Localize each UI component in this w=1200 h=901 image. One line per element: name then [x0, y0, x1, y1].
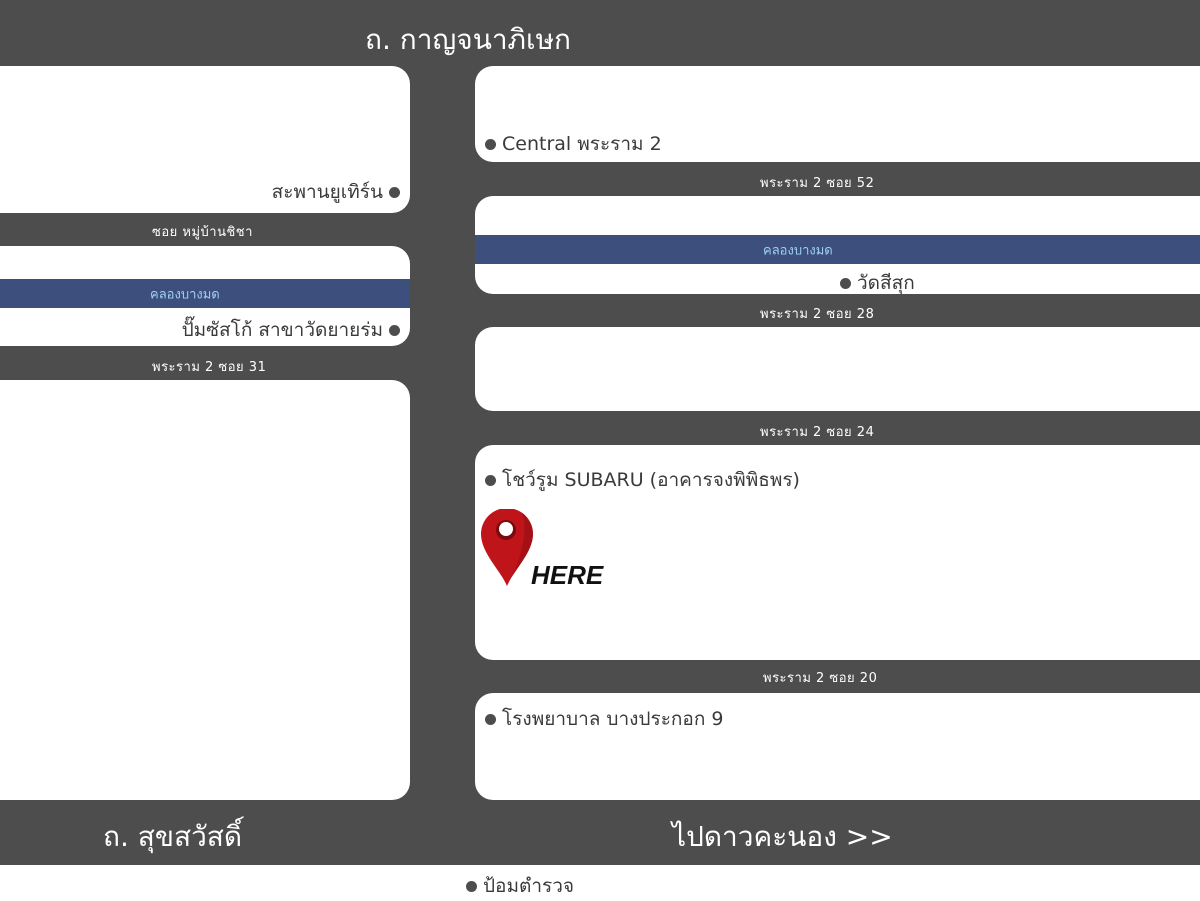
road-bottom-right-label: ไปดาวคะนอง >>	[672, 820, 893, 853]
canal-left-label: คลองบางมด	[150, 287, 220, 302]
soi-24-label: พระราม 2 ซอย 24	[760, 425, 875, 440]
location-dot-icon	[389, 324, 400, 336]
road-bottom-left-label: ถ. สุขสวัสดิ์	[103, 820, 243, 853]
poi-saphan-label: สะพานยูเทิร์น	[271, 181, 383, 203]
poi-central: Central พระราม 2	[485, 129, 662, 159]
map: คลองบางมด คลองบางมด ถ. กาญจนาภิเษก ถ. สุ…	[0, 0, 1200, 901]
poi-showroom-label: โชว์รูม SUBARU (อาคารจงพิพิธพร)	[502, 469, 800, 491]
poi-hospital-label: โรงพยาบาล บางประกอก 9	[502, 708, 724, 730]
poi-wat-sisuk: วัดสีสุก	[840, 268, 915, 298]
poi-pump-label: ปั๊มซัสโก้ สาขาวัดยายร่ม	[181, 319, 383, 341]
poi-wat-sisuk-label: วัดสีสุก	[857, 272, 915, 294]
poi-showroom: โชว์รูม SUBARU (อาคารจงพิพิธพร)	[485, 465, 800, 495]
bottom-area	[0, 865, 1200, 901]
location-dot-icon	[485, 138, 496, 150]
poi-central-label: Central พระราม 2	[502, 133, 662, 155]
soi-mubansicha-label: ซอย หมู่บ้านชิชา	[152, 225, 253, 240]
location-dot-icon	[389, 186, 400, 198]
location-dot-icon	[485, 474, 496, 486]
poi-police-label: ป้อมตำรวจ	[483, 875, 575, 897]
canal-left: คลองบางมด	[0, 279, 410, 308]
here-label: HERE	[531, 560, 604, 590]
soi-52-label: พระราม 2 ซอย 52	[760, 176, 875, 191]
location-dot-icon	[840, 277, 851, 289]
block-right-3	[475, 327, 1200, 411]
canal-right: คลองบางมด	[475, 235, 1200, 264]
map-pin-icon	[481, 509, 533, 586]
soi-31-label: พระราม 2 ซอย 31	[152, 360, 267, 375]
road-top-label: ถ. กาญจนาภิเษก	[365, 23, 571, 56]
poi-hospital: โรงพยาบาล บางประกอก 9	[485, 704, 723, 734]
block-left-3	[0, 380, 410, 800]
location-dot-icon	[466, 880, 477, 892]
soi-20-label: พระราม 2 ซอย 20	[763, 671, 878, 686]
soi-28-label: พระราม 2 ซอย 28	[760, 307, 875, 322]
poi-saphan: สะพานยูเทิร์น	[272, 177, 400, 207]
poi-police: ป้อมตำรวจ	[466, 871, 574, 901]
canal-right-label: คลองบางมด	[763, 243, 833, 258]
poi-pump: ปั๊มซัสโก้ สาขาวัดยายร่ม	[182, 315, 400, 345]
location-dot-icon	[485, 713, 496, 725]
